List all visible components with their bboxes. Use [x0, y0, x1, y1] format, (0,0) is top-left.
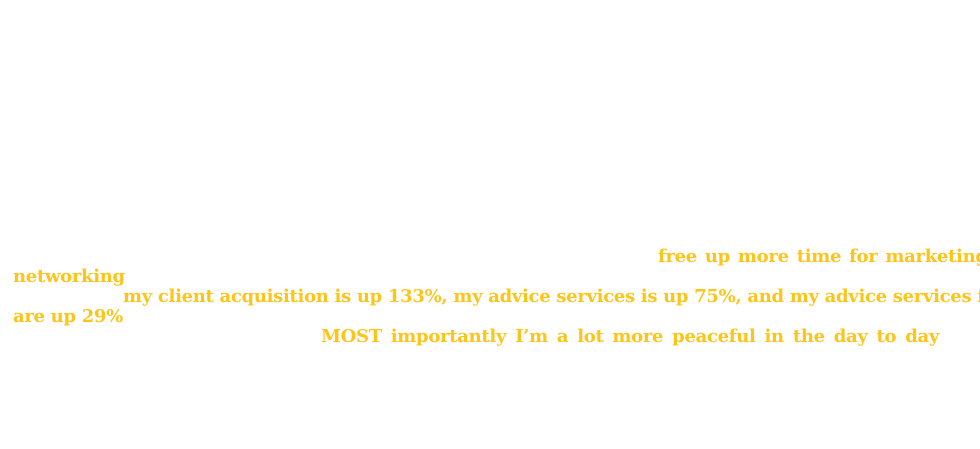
testimonial-line-peaceful: MOST importantly I’m a lot more peaceful… [321, 326, 940, 347]
testimonial-line-marketing: free up more time for marketing, [658, 246, 980, 267]
testimonial-line-fees: are up 29% [13, 306, 123, 327]
testimonial-canvas: free up more time for marketing, network… [0, 0, 980, 449]
testimonial-line-client-acquisition: my client acquisition is up 133%, my adv… [123, 286, 980, 307]
testimonial-line-networking: networking [13, 266, 125, 287]
